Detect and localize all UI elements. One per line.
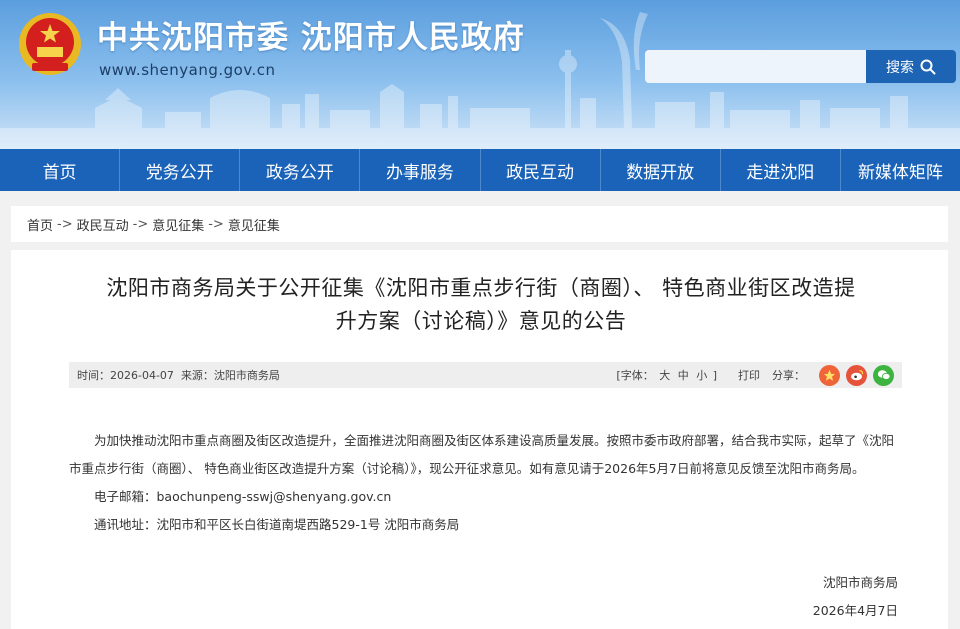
nav-item-government-affairs[interactable]: 政务公开 <box>240 149 361 191</box>
font-size-medium[interactable]: 中 <box>678 369 689 382</box>
publish-time: 时间：2026-04-07 <box>77 369 174 382</box>
breadcrumb-separator: -> <box>57 216 73 232</box>
search-button-label: 搜索 <box>886 59 914 76</box>
article-source: 来源：沈阳市商务局 <box>180 369 280 382</box>
breadcrumb-interaction[interactable]: 政民互动 <box>77 215 129 234</box>
font-size-label-end: ] <box>712 369 717 382</box>
qzone-icon[interactable] <box>819 364 840 386</box>
breadcrumb-opinion-collection[interactable]: 意见征集 <box>152 215 204 234</box>
signature-organization: 沈阳市商务局 <box>822 575 898 590</box>
site-title: 中共沈阳市委 沈阳市人民政府 <box>97 20 525 56</box>
article-title-line: 升方案（讨论稿）》意见的公告 <box>335 309 627 333</box>
article-title-line: 沈阳市商务局关于公开征集《沈阳市重点步行街（商圈）、 特色商业街区改造提 <box>106 276 856 300</box>
contact-email: 电子邮箱：baochunpeng-sswj@shenyang.gov.cn <box>94 489 392 504</box>
nav-item-new-media[interactable]: 新媒体矩阵 <box>841 149 960 191</box>
nav-item-services[interactable]: 办事服务 <box>360 149 481 191</box>
article-tools: [字体： 大 中 小 ] 打印 分享： <box>616 362 894 388</box>
nav-item-party-affairs[interactable]: 党务公开 <box>120 149 241 191</box>
print-link[interactable]: 打印 <box>738 367 760 383</box>
search-input[interactable] <box>645 50 867 83</box>
breadcrumb-separator: -> <box>132 216 149 232</box>
nav-item-home[interactable]: 首页 <box>0 149 121 191</box>
breadcrumb-separator: -> <box>208 216 224 232</box>
national-emblem-logo <box>19 13 81 75</box>
site-header: 中共沈阳市委 沈阳市人民政府 www.shenyang.gov.cn 搜索 <box>0 0 960 149</box>
font-size-large[interactable]: 大 <box>659 369 670 382</box>
search-button[interactable]: 搜索 <box>866 50 956 83</box>
font-size-label: [字体： <box>616 369 654 382</box>
main-nav: 首页 党务公开 政务公开 办事服务 政民互动 数据开放 走进沈阳 新媒体矩阵 <box>0 149 960 191</box>
breadcrumb-home[interactable]: 首页 <box>27 215 53 234</box>
article-panel: 沈阳市商务局关于公开征集《沈阳市重点步行街（商圈）、 特色商业街区改造提 升方案… <box>11 250 948 629</box>
contact-address: 通讯地址：沈阳市和平区长白街道南堤西路529-1号 沈阳市商务局 <box>94 517 460 532</box>
search-icon <box>920 59 936 74</box>
nav-item-interaction[interactable]: 政民互动 <box>481 149 601 191</box>
nav-item-open-data[interactable]: 数据开放 <box>601 149 721 191</box>
article-title: 沈阳市商务局关于公开征集《沈阳市重点步行街（商圈）、 特色商业街区改造提 升方案… <box>51 272 911 338</box>
site-url: www.shenyang.gov.cn <box>99 61 276 79</box>
breadcrumb-current[interactable]: 意见征集 <box>228 215 280 234</box>
share-label: 分享： <box>772 369 805 382</box>
signature-date: 2026年4月7日 <box>812 603 898 618</box>
font-size-selector: [字体： 大 中 小 ] <box>616 367 717 383</box>
article-body: 为加快推动沈阳市重点商圈及街区改造提升，全面推进沈阳商圈及街区体系建设高质量发展… <box>69 427 905 539</box>
font-size-small[interactable]: 小 <box>696 369 707 382</box>
breadcrumb: 首页 -> 政民互动 -> 意见征集 -> 意见征集 <box>11 206 948 242</box>
article-paragraph: 为加快推动沈阳市重点商圈及街区改造提升，全面推进沈阳商圈及街区体系建设高质量发展… <box>69 433 895 476</box>
nav-item-about-shenyang[interactable]: 走进沈阳 <box>721 149 841 191</box>
wechat-icon[interactable] <box>873 364 894 386</box>
weibo-icon[interactable] <box>846 364 867 386</box>
article-meta-bar: 时间：2026-04-07 来源：沈阳市商务局 [字体： 大 中 小 ] 打印 … <box>69 362 902 388</box>
